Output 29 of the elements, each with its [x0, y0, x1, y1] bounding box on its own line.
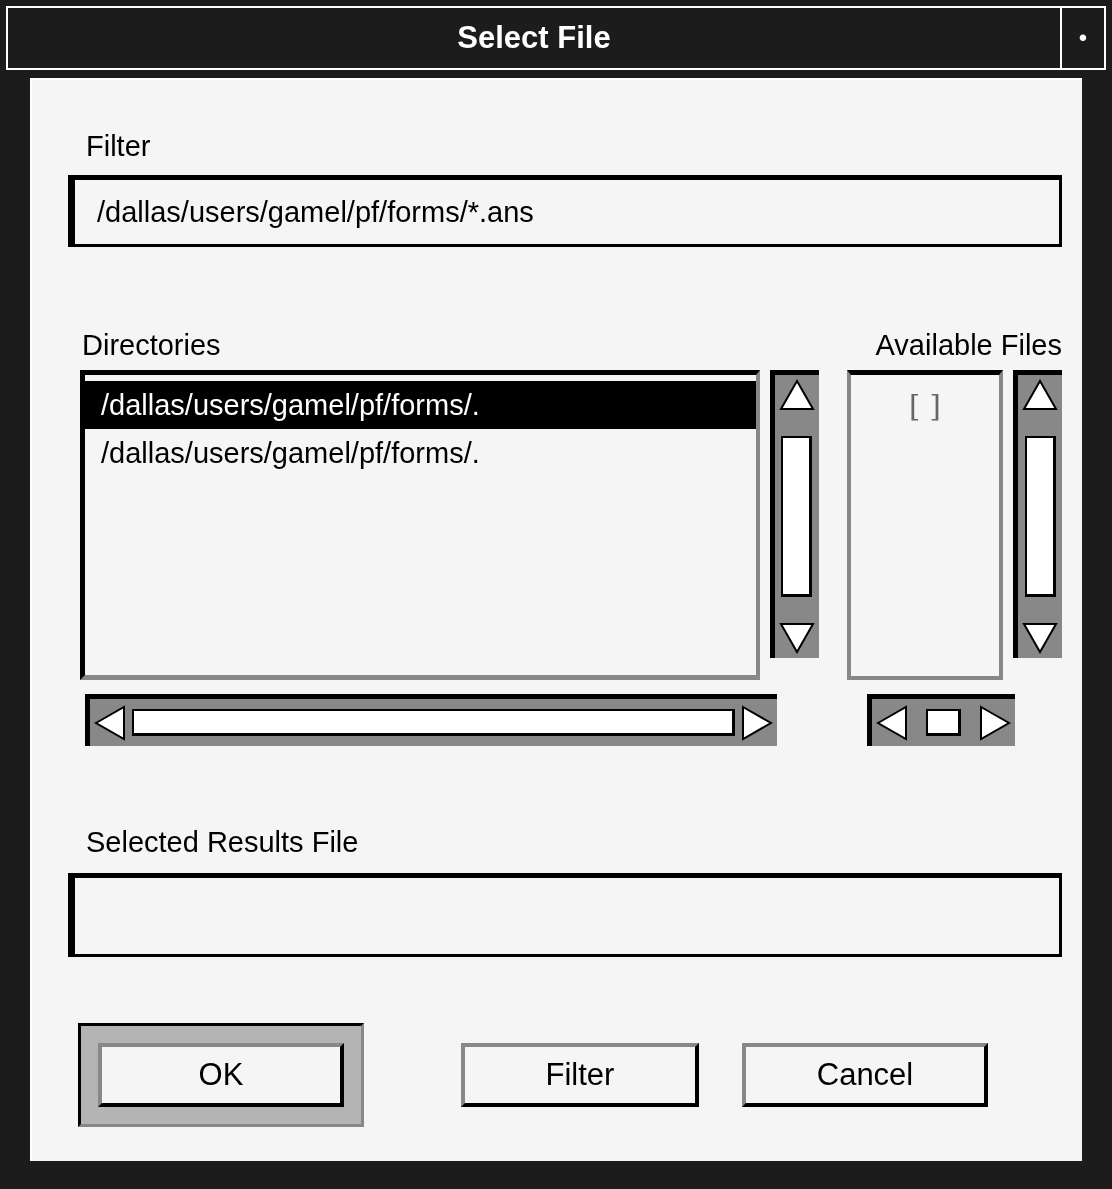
directories-label: Directories	[82, 329, 221, 362]
up-arrow-icon[interactable]	[1022, 379, 1059, 411]
up-arrow-icon[interactable]	[778, 379, 815, 411]
left-arrow-icon[interactable]	[876, 704, 908, 741]
directory-item[interactable]: /dallas/users/gamel/pf/forms/.	[85, 381, 756, 429]
vertical-scrollbar[interactable]	[1013, 370, 1062, 658]
left-arrow-icon[interactable]	[94, 704, 126, 741]
scrollbar-thumb[interactable]	[926, 709, 961, 736]
window-title: Select File	[456, 20, 612, 56]
scrollbar-thumb[interactable]	[1024, 436, 1056, 597]
dialog-button[interactable]: Cancel	[742, 1043, 988, 1107]
selected-results-file-label: Selected Results File	[86, 826, 360, 859]
down-arrow-icon[interactable]	[778, 622, 815, 654]
available-files-label: Available Files	[875, 329, 1062, 362]
filter-field[interactable]: /dallas/users/gamel/pf/forms/*.ans	[68, 175, 1062, 247]
horizontal-scrollbar[interactable]	[867, 694, 1015, 746]
right-arrow-icon[interactable]	[741, 704, 773, 741]
scrollbar-thumb[interactable]	[781, 436, 813, 597]
window-menu-button[interactable]: •	[1060, 8, 1104, 68]
down-arrow-icon[interactable]	[1022, 622, 1059, 654]
selected-results-file-field[interactable]	[68, 873, 1062, 957]
directory-item[interactable]: /dallas/users/gamel/pf/forms/.	[85, 429, 756, 477]
dialog-button[interactable]: OK	[98, 1043, 344, 1107]
scrollbar-thumb[interactable]	[132, 709, 735, 736]
horizontal-scrollbar[interactable]	[85, 694, 777, 746]
vertical-scrollbar[interactable]	[769, 370, 819, 658]
filter-label: Filter	[86, 130, 152, 163]
dialog-button[interactable]: Filter	[461, 1043, 699, 1107]
right-arrow-icon[interactable]	[979, 704, 1011, 741]
